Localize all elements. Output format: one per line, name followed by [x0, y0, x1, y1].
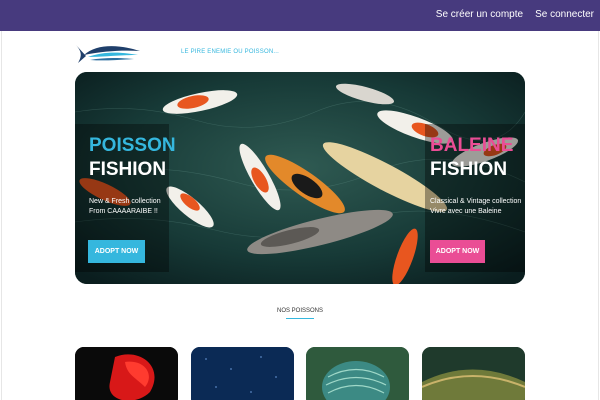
product-card[interactable] — [306, 347, 409, 400]
hero-right-subtitle-line2: Vivre avec une Baleine — [430, 208, 502, 215]
brand-tagline: LE PIRE ENEMIE OU POISSON... — [181, 49, 279, 55]
login-link[interactable]: Se connecter — [535, 9, 594, 20]
hero-banner: POISSON FISHION New & Fresh collection F… — [75, 72, 525, 284]
green-fish-image — [422, 347, 525, 400]
adopt-now-button-right[interactable]: ADOPT NOW — [430, 240, 485, 263]
register-link[interactable]: Se créer un compte — [436, 9, 523, 20]
hero-right-title-line1: BALEINE — [430, 135, 514, 156]
top-navbar: Se créer un compte Se connecter — [0, 0, 600, 31]
section-title: NOS POISSONS — [276, 308, 323, 314]
hero-left-subtitle-line2: From CAAAARAIBE !! — [89, 208, 158, 215]
product-card[interactable] — [75, 347, 178, 400]
blue-fish-image — [191, 347, 294, 400]
product-card[interactable] — [422, 347, 525, 400]
discus-fish-image — [306, 347, 409, 400]
fish-logo-icon[interactable] — [74, 42, 142, 64]
hero-left-title-line1: POISSON — [89, 135, 176, 156]
page-border-right — [598, 31, 599, 400]
product-card[interactable] — [191, 347, 294, 400]
adopt-now-button-left[interactable]: ADOPT NOW — [88, 240, 145, 263]
betta-fish-image — [75, 347, 178, 400]
page-border-left — [1, 31, 2, 400]
section-title-underline — [286, 318, 314, 319]
hero-left-title-line2: FISHION — [89, 159, 167, 180]
hero-left-subtitle-line1: New & Fresh collection — [89, 198, 161, 205]
account-nav: Se créer un compte Se connecter — [436, 9, 594, 20]
hero-right-title-line2: FISHION — [430, 159, 508, 180]
hero-right-subtitle-line1: Classical & Vintage collection — [430, 198, 522, 205]
